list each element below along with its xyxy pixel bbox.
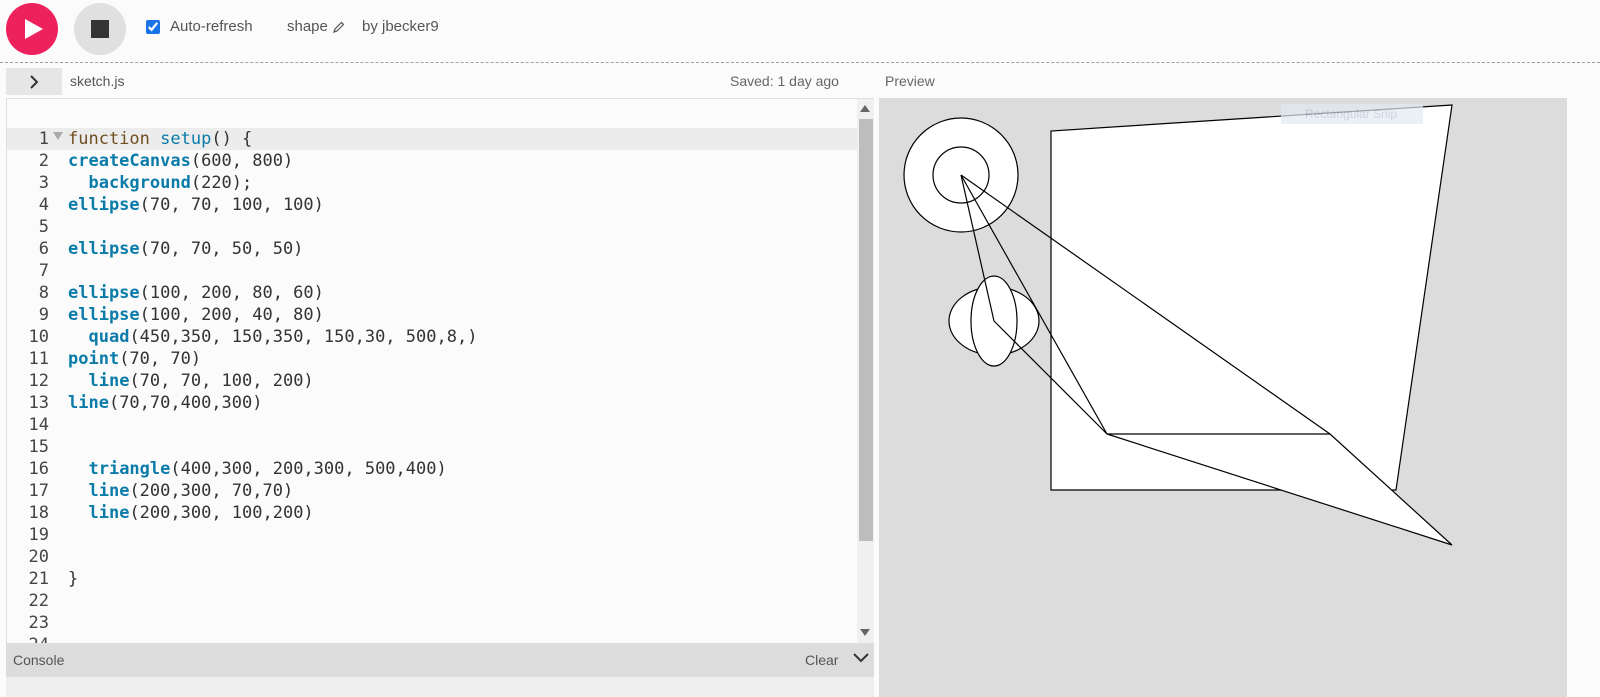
- project-title: shape: [287, 18, 328, 35]
- line-number: 19: [28, 525, 49, 545]
- code-line[interactable]: ellipse(70, 70, 50, 50): [68, 238, 303, 260]
- preview-label: Preview: [885, 73, 935, 89]
- line-number: 21: [28, 569, 49, 589]
- chevron-right-icon: [30, 74, 39, 89]
- code-line[interactable]: line(200,300, 70,70): [68, 480, 293, 502]
- saved-status: Saved: 1 day ago: [730, 73, 839, 89]
- auto-refresh-checkbox[interactable]: [146, 19, 160, 34]
- project-name[interactable]: shape: [287, 18, 345, 35]
- line-number: 7: [38, 261, 49, 281]
- line-number: 8: [38, 283, 49, 303]
- scrollbar-thumb[interactable]: [859, 119, 873, 541]
- console-title: Console: [13, 652, 65, 668]
- line-number: 5: [38, 217, 49, 237]
- line-number: 3: [38, 173, 49, 193]
- project-owner[interactable]: by jbecker9: [362, 18, 439, 35]
- line-number: 1: [38, 129, 49, 149]
- code-line[interactable]: ellipse(70, 70, 100, 100): [68, 194, 324, 216]
- code-line[interactable]: function setup() {: [68, 128, 252, 150]
- line-number: 10: [28, 327, 49, 347]
- file-name: sketch.js: [70, 73, 125, 89]
- line-number: 15: [28, 437, 49, 457]
- line-number: 9: [38, 305, 49, 325]
- code-line[interactable]: }: [68, 568, 78, 590]
- console-output: [6, 677, 874, 697]
- code-line[interactable]: triangle(400,300, 200,300, 500,400): [68, 458, 446, 480]
- line-number: 2: [38, 151, 49, 171]
- console-header: Console Clear: [6, 643, 874, 677]
- line-number: 17: [28, 481, 49, 501]
- play-icon: [25, 19, 43, 39]
- code-editor[interactable]: 123456789101112131415161718192021222324 …: [6, 98, 874, 643]
- code-line[interactable]: line(200,300, 100,200): [68, 502, 313, 524]
- chevron-down-icon[interactable]: [852, 651, 870, 665]
- line-number: 13: [28, 393, 49, 413]
- scroll-up-icon[interactable]: [860, 105, 870, 112]
- line-number: 4: [38, 195, 49, 215]
- stop-button[interactable]: [74, 3, 126, 55]
- sketch-drawing: [903, 104, 1453, 546]
- code-line[interactable]: line(70,70,400,300): [68, 392, 262, 414]
- auto-refresh-toggle[interactable]: Auto-refresh: [146, 18, 253, 35]
- line-number: 6: [38, 239, 49, 259]
- snip-overlay: Rectangular Snip: [1281, 104, 1423, 124]
- code-line[interactable]: ellipse(100, 200, 40, 80): [68, 304, 324, 326]
- line-number: 20: [28, 547, 49, 567]
- stop-icon: [91, 20, 109, 38]
- play-button[interactable]: [6, 3, 58, 55]
- pencil-icon[interactable]: [332, 21, 345, 33]
- auto-refresh-label: Auto-refresh: [170, 18, 253, 35]
- toolbar: Auto-refresh shape by jbecker9: [0, 0, 1600, 63]
- scroll-down-icon[interactable]: [860, 629, 870, 636]
- fold-icon[interactable]: [53, 132, 63, 140]
- toggle-sidebar-button[interactable]: [6, 68, 62, 95]
- line-number: 24: [7, 634, 49, 643]
- code-line[interactable]: background(220);: [68, 172, 252, 194]
- line-number: 12: [28, 371, 49, 391]
- quad-shape: [1050, 104, 1453, 491]
- line-number: 14: [28, 415, 49, 435]
- console-clear-button[interactable]: Clear: [805, 652, 838, 668]
- line-number: 23: [28, 613, 49, 633]
- code-line[interactable]: quad(450,350, 150,350, 150,30, 500,8,): [68, 326, 477, 348]
- preview-canvas[interactable]: [879, 98, 1567, 697]
- code-line[interactable]: ellipse(100, 200, 80, 60): [68, 282, 324, 304]
- line-number: 16: [28, 459, 49, 479]
- line-number: 11: [28, 349, 49, 369]
- code-line[interactable]: point(70, 70): [68, 348, 201, 370]
- code-line[interactable]: createCanvas(600, 800): [68, 150, 293, 172]
- line-number: 22: [28, 591, 49, 611]
- code-line[interactable]: line(70, 70, 100, 200): [68, 370, 313, 392]
- line-number: 18: [28, 503, 49, 523]
